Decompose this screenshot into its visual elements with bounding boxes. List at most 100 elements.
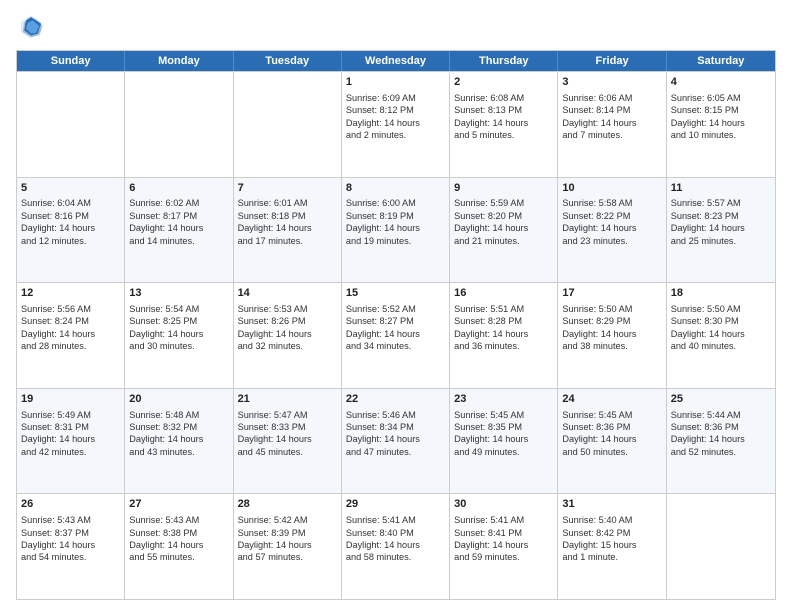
day-info-line: Sunrise: 6:08 AM — [454, 93, 524, 103]
day-info-line: Sunset: 8:42 PM — [562, 528, 630, 538]
day-info-line: Sunrise: 6:04 AM — [21, 198, 91, 208]
logo-icon — [16, 12, 46, 42]
calendar-cell-day-14: 14Sunrise: 5:53 AMSunset: 8:26 PMDayligh… — [234, 283, 342, 388]
day-number: 18 — [671, 286, 771, 301]
day-info-line: Sunset: 8:38 PM — [129, 528, 197, 538]
day-info-line: and 42 minutes. — [21, 447, 86, 457]
day-info-line: Sunset: 8:14 PM — [562, 105, 630, 115]
calendar-cell-empty — [17, 72, 125, 177]
calendar-header: SundayMondayTuesdayWednesdayThursdayFrid… — [17, 51, 775, 71]
calendar-cell-day-11: 11Sunrise: 5:57 AMSunset: 8:23 PMDayligh… — [667, 178, 775, 283]
day-info-line: Sunset: 8:22 PM — [562, 211, 630, 221]
day-info-line: Daylight: 14 hours — [21, 434, 95, 444]
calendar-cell-day-26: 26Sunrise: 5:43 AMSunset: 8:37 PMDayligh… — [17, 494, 125, 599]
day-info-line: Sunrise: 5:49 AM — [21, 410, 91, 420]
calendar-cell-day-21: 21Sunrise: 5:47 AMSunset: 8:33 PMDayligh… — [234, 389, 342, 494]
day-info-line: and 10 minutes. — [671, 130, 736, 140]
calendar-cell-day-19: 19Sunrise: 5:49 AMSunset: 8:31 PMDayligh… — [17, 389, 125, 494]
day-info-line: Sunset: 8:34 PM — [346, 422, 414, 432]
calendar-row-4: 19Sunrise: 5:49 AMSunset: 8:31 PMDayligh… — [17, 388, 775, 494]
calendar-cell-day-1: 1Sunrise: 6:09 AMSunset: 8:12 PMDaylight… — [342, 72, 450, 177]
day-info-line: Sunrise: 5:54 AM — [129, 304, 199, 314]
day-info-line: Sunrise: 6:05 AM — [671, 93, 741, 103]
calendar-cell-day-31: 31Sunrise: 5:40 AMSunset: 8:42 PMDayligh… — [558, 494, 666, 599]
day-info-line: Sunrise: 5:58 AM — [562, 198, 632, 208]
day-info-line: and 36 minutes. — [454, 341, 519, 351]
day-number: 29 — [346, 497, 445, 512]
day-info-line: Daylight: 14 hours — [346, 118, 420, 128]
calendar-cell-day-24: 24Sunrise: 5:45 AMSunset: 8:36 PMDayligh… — [558, 389, 666, 494]
day-info-line: Sunrise: 6:06 AM — [562, 93, 632, 103]
day-info-line: Daylight: 14 hours — [129, 540, 203, 550]
day-info-line: and 2 minutes. — [346, 130, 406, 140]
day-info-line: and 1 minute. — [562, 552, 618, 562]
day-info-line: Sunset: 8:24 PM — [21, 316, 89, 326]
day-info-line: Sunrise: 5:53 AM — [238, 304, 308, 314]
day-info-line: Daylight: 14 hours — [671, 118, 745, 128]
day-info-line: Sunrise: 5:48 AM — [129, 410, 199, 420]
day-info-line: and 21 minutes. — [454, 236, 519, 246]
day-info-line: and 17 minutes. — [238, 236, 303, 246]
day-info-line: Daylight: 14 hours — [238, 540, 312, 550]
day-info-line: and 50 minutes. — [562, 447, 627, 457]
weekday-header-sunday: Sunday — [17, 51, 125, 71]
day-info-line: Sunset: 8:30 PM — [671, 316, 739, 326]
calendar-cell-day-18: 18Sunrise: 5:50 AMSunset: 8:30 PMDayligh… — [667, 283, 775, 388]
day-info-line: Daylight: 14 hours — [346, 223, 420, 233]
day-info-line: Daylight: 14 hours — [454, 540, 528, 550]
calendar-cell-day-3: 3Sunrise: 6:06 AMSunset: 8:14 PMDaylight… — [558, 72, 666, 177]
calendar-cell-day-29: 29Sunrise: 5:41 AMSunset: 8:40 PMDayligh… — [342, 494, 450, 599]
day-info-line: Sunset: 8:36 PM — [671, 422, 739, 432]
day-number: 9 — [454, 181, 553, 196]
weekday-header-thursday: Thursday — [450, 51, 558, 71]
calendar-cell-day-15: 15Sunrise: 5:52 AMSunset: 8:27 PMDayligh… — [342, 283, 450, 388]
calendar-cell-day-30: 30Sunrise: 5:41 AMSunset: 8:41 PMDayligh… — [450, 494, 558, 599]
calendar-cell-day-28: 28Sunrise: 5:42 AMSunset: 8:39 PMDayligh… — [234, 494, 342, 599]
day-number: 4 — [671, 75, 771, 90]
calendar-cell-day-2: 2Sunrise: 6:08 AMSunset: 8:13 PMDaylight… — [450, 72, 558, 177]
calendar-body: 1Sunrise: 6:09 AMSunset: 8:12 PMDaylight… — [17, 71, 775, 599]
day-number: 27 — [129, 497, 228, 512]
day-info-line: Sunrise: 5:59 AM — [454, 198, 524, 208]
day-info-line: and 7 minutes. — [562, 130, 622, 140]
calendar-cell-day-10: 10Sunrise: 5:58 AMSunset: 8:22 PMDayligh… — [558, 178, 666, 283]
day-info-line: Daylight: 14 hours — [129, 329, 203, 339]
header — [16, 12, 776, 42]
day-number: 19 — [21, 392, 120, 407]
calendar-cell-empty — [125, 72, 233, 177]
calendar-cell-day-22: 22Sunrise: 5:46 AMSunset: 8:34 PMDayligh… — [342, 389, 450, 494]
day-info-line: Daylight: 14 hours — [21, 223, 95, 233]
day-info-line: Sunset: 8:18 PM — [238, 211, 306, 221]
day-info-line: Daylight: 14 hours — [671, 329, 745, 339]
day-info-line: and 40 minutes. — [671, 341, 736, 351]
day-info-line: Daylight: 14 hours — [454, 434, 528, 444]
day-info-line: Daylight: 14 hours — [129, 223, 203, 233]
calendar-cell-day-27: 27Sunrise: 5:43 AMSunset: 8:38 PMDayligh… — [125, 494, 233, 599]
day-info-line: Daylight: 14 hours — [454, 223, 528, 233]
day-info-line: Sunset: 8:23 PM — [671, 211, 739, 221]
day-info-line: Daylight: 14 hours — [238, 434, 312, 444]
day-info-line: Daylight: 14 hours — [671, 223, 745, 233]
calendar-cell-empty — [667, 494, 775, 599]
day-info-line: and 55 minutes. — [129, 552, 194, 562]
calendar-cell-day-12: 12Sunrise: 5:56 AMSunset: 8:24 PMDayligh… — [17, 283, 125, 388]
day-info-line: Sunset: 8:35 PM — [454, 422, 522, 432]
day-info-line: Sunset: 8:25 PM — [129, 316, 197, 326]
calendar: SundayMondayTuesdayWednesdayThursdayFrid… — [16, 50, 776, 600]
day-info-line: and 58 minutes. — [346, 552, 411, 562]
day-number: 6 — [129, 181, 228, 196]
calendar-row-3: 12Sunrise: 5:56 AMSunset: 8:24 PMDayligh… — [17, 282, 775, 388]
day-info-line: Sunset: 8:16 PM — [21, 211, 89, 221]
day-number: 10 — [562, 181, 661, 196]
day-info-line: Daylight: 15 hours — [562, 540, 636, 550]
day-number: 31 — [562, 497, 661, 512]
day-info-line: Daylight: 14 hours — [562, 118, 636, 128]
day-info-line: and 25 minutes. — [671, 236, 736, 246]
day-info-line: Sunset: 8:12 PM — [346, 105, 414, 115]
calendar-row-2: 5Sunrise: 6:04 AMSunset: 8:16 PMDaylight… — [17, 177, 775, 283]
day-number: 11 — [671, 181, 771, 196]
day-info-line: Sunrise: 5:45 AM — [454, 410, 524, 420]
day-info-line: Sunset: 8:39 PM — [238, 528, 306, 538]
day-number: 21 — [238, 392, 337, 407]
day-info-line: Sunset: 8:19 PM — [346, 211, 414, 221]
